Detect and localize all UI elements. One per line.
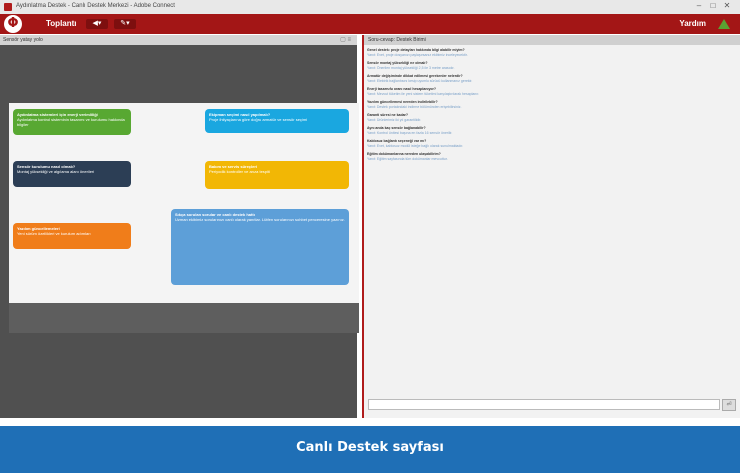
chat-answer: Yanıt: Mevcut tüketim ile yeni sistem tü… xyxy=(367,91,480,96)
chat-message: Garanti süresi ne kadar? Yanıt: Ürünlerim… xyxy=(367,113,737,122)
chat-message: Yazılım güncellemesi nereden indirilebil… xyxy=(367,100,737,109)
pod-menu-icon[interactable]: ▢ ≡ xyxy=(340,36,351,43)
chat-answer: Yanıt: Evet, proje dosyanızı paylaşırsan… xyxy=(367,52,468,57)
meeting-menu[interactable]: Toplantı xyxy=(46,19,77,28)
chat-message: Genel destek: proje detayları hakkında b… xyxy=(367,48,737,57)
slide-card-body: Uzman ekibimiz sorularınızı canlı olarak… xyxy=(175,217,345,222)
chat-pod: Soru-cevap: Destek Birimi Genel destek: … xyxy=(362,35,740,418)
chat-answer: Yanıt: Kontrol ünitesi başına en fazla 1… xyxy=(367,130,453,135)
chat-pod-title: Soru-cevap: Destek Birimi xyxy=(364,35,740,45)
chat-answer: Yanıt: Ürünlerimiz iki yıl garantilidir. xyxy=(367,117,422,122)
menu-bar: Φ Toplantı ◀▾ ✎▾ Yardım xyxy=(0,14,740,34)
chat-answer: Yanıt: Evet, kablosuz modül isteğe bağlı… xyxy=(367,143,464,148)
slide-card: Ekipman seçimi nasıl yapılmalı? Proje iht… xyxy=(205,109,349,133)
chat-message: Enerji tasarrufu oranı nasıl hesaplanıyo… xyxy=(367,87,737,96)
chat-answer: Yanıt: Eğitim sayfasında tüm dokümanlar … xyxy=(367,156,448,161)
send-button[interactable]: ⏎ xyxy=(722,399,736,411)
chat-input[interactable] xyxy=(368,399,720,410)
close-icon[interactable]: ✕ xyxy=(720,1,734,10)
speaker-icon[interactable]: ◀▾ xyxy=(86,19,108,29)
chat-answer: Yanıt: Önerilen montaj yüksekliği 2,5 il… xyxy=(367,65,455,70)
caption-text: Canlı Destek sayfası xyxy=(296,440,444,455)
slide-card: Aydınlatma sistemleri için enerji veriml… xyxy=(13,109,131,135)
chat-message: Sensör montaj yüksekliği ne olmalı? Yanıt… xyxy=(367,61,737,70)
app-icon xyxy=(4,3,12,11)
slide-card-body: Proje ihtiyaçlarına göre doğru armatür v… xyxy=(209,117,308,122)
chat-answer: Yanıt: Elektrik bağlantısını kesip uyuml… xyxy=(367,78,473,83)
minimize-icon[interactable]: – xyxy=(692,1,706,10)
window-controls: – □ ✕ xyxy=(692,1,734,10)
help-icon[interactable] xyxy=(718,19,730,29)
slide-footer-band xyxy=(9,303,359,333)
adobe-connect-logo-icon: Φ xyxy=(4,15,22,33)
slide-card: Bakım ve servis süreçleri Periyodik kontr… xyxy=(205,161,349,189)
share-pod: Sensör yatay yolo ▢ ≡ Aydınlatma sisteml… xyxy=(0,35,359,418)
share-pod-title: Sensör yatay yolo xyxy=(3,37,43,43)
chat-message: Eğitim dokümanlarına nereden ulaşabiliri… xyxy=(367,152,737,161)
slide-card: Sensör kurulumu nasıl olmalı? Montaj yüks… xyxy=(13,161,131,187)
presentation-slide: Aydınlatma sistemleri için enerji veriml… xyxy=(9,103,359,303)
share-pod-header: Sensör yatay yolo ▢ ≡ xyxy=(0,35,357,45)
slide-card: Sıkça sorulan sorular ve canlı destek ha… xyxy=(171,209,349,285)
slide-card-body: Yeni sürüm özellikleri ve kurulum adımla… xyxy=(17,231,91,236)
slide-card-body: Aydınlatma kontrol sisteminin tasarımı v… xyxy=(17,117,125,127)
window-titlebar: Aydınlatma Destek - Canlı Destek Merkezi… xyxy=(0,0,740,15)
slide-card-body: Montaj yüksekliği ve algılama alanı öner… xyxy=(17,169,95,174)
status-icon[interactable]: ✎▾ xyxy=(114,19,136,29)
slide-card: Yazılım güncellemeleri Yeni sürüm özellik… xyxy=(13,223,131,249)
chat-message: Armatür değişiminde dikkat edilmesi gere… xyxy=(367,74,737,83)
chat-answer: Yanıt: Destek portalındaki indirme bölüm… xyxy=(367,104,462,109)
help-menu[interactable]: Yardım xyxy=(679,19,706,28)
chat-message: Kablosuz bağlantı seçeneği var mı? Yanıt:… xyxy=(367,139,737,148)
chat-messages: Genel destek: proje detayları hakkında b… xyxy=(367,48,737,388)
maximize-icon[interactable]: □ xyxy=(706,1,720,10)
slide-card-body: Periyodik kontroller ve arıza tespiti xyxy=(209,169,270,174)
chat-message: Aynı anda kaç sensör bağlanabilir? Yanıt:… xyxy=(367,126,737,135)
caption-banner: Canlı Destek sayfası xyxy=(0,426,740,473)
window-title: Aydınlatma Destek - Canlı Destek Merkezi… xyxy=(16,3,175,9)
